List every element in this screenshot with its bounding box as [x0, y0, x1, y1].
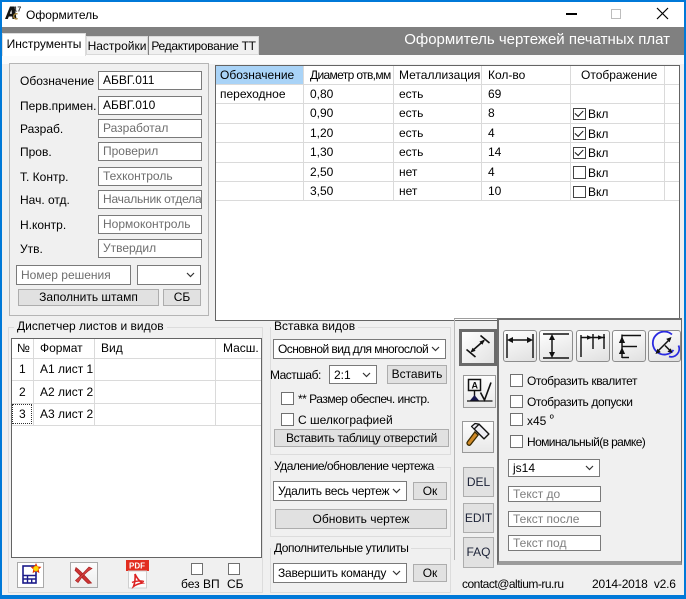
svg-text:PDF: PDF: [129, 562, 145, 571]
svg-text:17: 17: [14, 7, 22, 14]
svg-text:A: A: [472, 381, 479, 391]
